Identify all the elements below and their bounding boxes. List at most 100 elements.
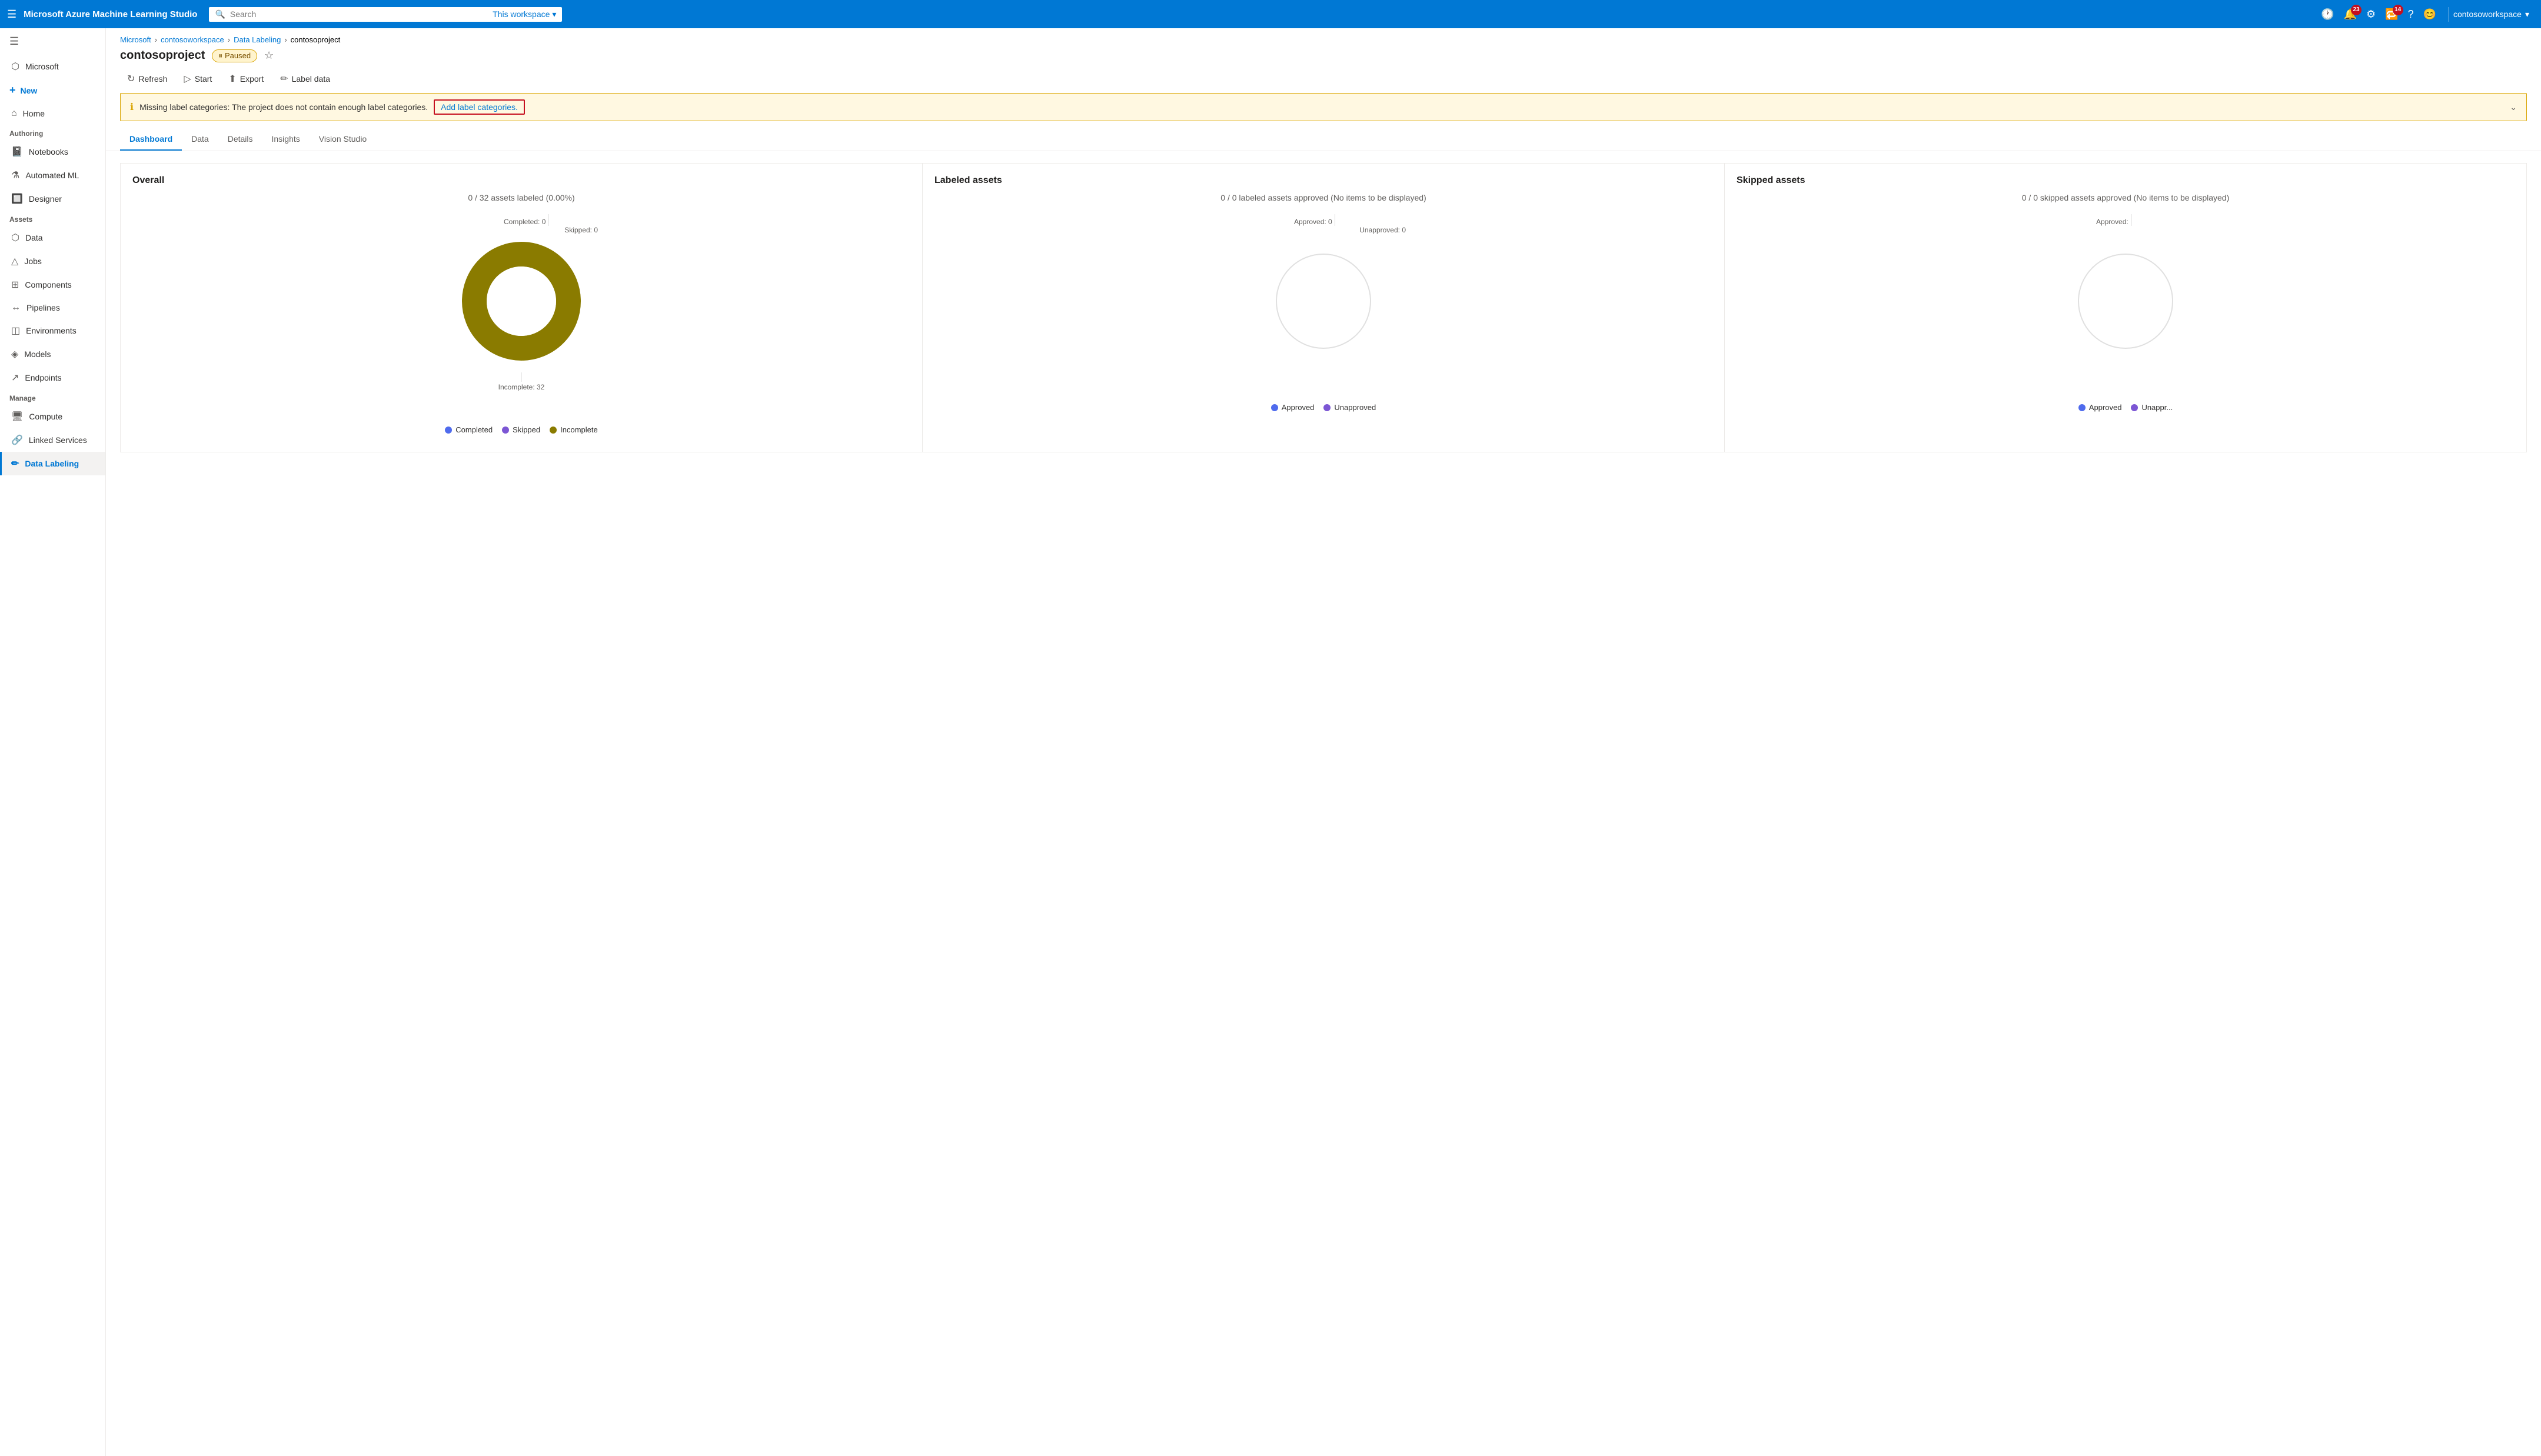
settings-icon[interactable]: ⚙ [2366, 8, 2376, 21]
sidebar: ☰ ⬡ Microsoft + New ⌂ Home Authoring 📓 N… [0, 28, 106, 1456]
incomplete-dot [550, 427, 557, 434]
main-content: Microsoft › contosoworkspace › Data Labe… [106, 28, 2541, 1456]
automated-ml-icon: ⚗ [11, 169, 19, 181]
pause-icon: ⏸ [218, 51, 222, 61]
sidebar-item-environments[interactable]: ◫ Environments [0, 319, 105, 342]
export-icon: ⬆ [228, 73, 236, 85]
breadcrumb-data-labeling[interactable]: Data Labeling [234, 35, 281, 44]
cards-row: Overall 0 / 32 assets labeled (0.00%) Co… [120, 163, 2527, 452]
app-brand: Microsoft Azure Machine Learning Studio [24, 9, 197, 19]
skipped-legend: Approved Unappr... [2078, 403, 2173, 412]
app-layout: ☰ ⬡ Microsoft + New ⌂ Home Authoring 📓 N… [0, 28, 2541, 1456]
skipped-assets-card: Skipped assets 0 / 0 skipped assets appr… [1725, 164, 2526, 452]
designer-icon: 🔲 [11, 193, 23, 205]
microsoft-icon: ⬡ [11, 61, 19, 72]
user-area[interactable]: contosoworkspace ▾ [2448, 7, 2534, 22]
legend-completed: Completed [445, 425, 493, 434]
warning-banner: ℹ Missing label categories: The project … [120, 93, 2527, 121]
home-icon: ⌂ [11, 108, 17, 119]
help-icon[interactable]: ? [2408, 8, 2414, 21]
sidebar-item-microsoft[interactable]: ⬡ Microsoft [0, 55, 105, 78]
tab-data[interactable]: Data [182, 128, 218, 151]
labeled-card-subtitle: 0 / 0 labeled assets approved (No items … [934, 193, 1712, 202]
data-icon: ⬡ [11, 232, 19, 244]
toolbar: ↻ Refresh ▷ Start ⬆ Export ✏ Label data [106, 67, 2541, 93]
sidebar-new-button[interactable]: + New [0, 78, 105, 102]
add-label-categories-button[interactable]: Add label categories. [434, 99, 525, 115]
tabs-bar: Dashboard Data Details Insights Vision S… [106, 128, 2541, 151]
sidebar-item-home[interactable]: ⌂ Home [0, 102, 105, 125]
jobs-icon: △ [11, 255, 18, 267]
legend-skipped-unapproved: Unappr... [2131, 403, 2173, 412]
labeled-chart-area: Approved: 0 Unapproved: 0 [934, 207, 1712, 418]
sidebar-item-compute[interactable]: 🖥 Compute [0, 405, 105, 428]
skipped-dot [502, 427, 509, 434]
unapproved-dot [1323, 404, 1331, 411]
environments-icon: ◫ [11, 325, 20, 336]
overall-chart-area: Completed: 0 Skipped: 0 [132, 207, 910, 440]
label-data-button[interactable]: ✏ Label data [273, 69, 337, 88]
notifications-icon[interactable]: 🔔 23 [2344, 8, 2357, 21]
tab-vision-studio[interactable]: Vision Studio [310, 128, 376, 151]
clock-icon[interactable]: 🕐 [2321, 8, 2334, 21]
labeled-assets-card: Labeled assets 0 / 0 labeled assets appr… [923, 164, 1725, 452]
tab-insights[interactable]: Insights [262, 128, 310, 151]
favorite-star-icon[interactable]: ☆ [264, 49, 274, 62]
sidebar-item-data[interactable]: ⬡ Data [0, 226, 105, 249]
skipped-approved-label: Approved: [2096, 214, 2131, 226]
skipped-card-title: Skipped assets [1737, 175, 2515, 186]
components-icon: ⊞ [11, 279, 19, 291]
tab-dashboard[interactable]: Dashboard [120, 128, 182, 151]
overall-card-subtitle: 0 / 32 assets labeled (0.00%) [132, 193, 910, 202]
page-title: contosoproject [120, 49, 205, 62]
sidebar-item-endpoints[interactable]: ↗ Endpoints [0, 366, 105, 389]
skipped-unapproved-dot [2131, 404, 2138, 411]
sidebar-item-notebooks[interactable]: 📓 Notebooks [0, 140, 105, 164]
breadcrumb-microsoft[interactable]: Microsoft [120, 35, 151, 44]
user-icon[interactable]: 😊 [2423, 8, 2436, 21]
user-chevron-icon: ▾ [2525, 9, 2529, 19]
start-icon: ▷ [184, 73, 191, 85]
sidebar-item-data-labeling[interactable]: ✏ Data Labeling [0, 452, 105, 475]
labeled-donut-chart [1259, 236, 1388, 366]
manage-section-label: Manage [0, 389, 105, 405]
sidebar-item-designer[interactable]: 🔲 Designer [0, 187, 105, 211]
search-bar[interactable]: 🔍 This workspace ▾ [209, 7, 562, 22]
legend-skipped: Skipped [502, 425, 540, 434]
hamburger-icon[interactable]: ☰ [7, 8, 16, 21]
start-button[interactable]: ▷ Start [177, 69, 219, 88]
overall-legend: Completed Skipped Incomplete [445, 425, 597, 434]
endpoints-icon: ↗ [11, 372, 19, 384]
sidebar-item-components[interactable]: ⊞ Components [0, 273, 105, 296]
data-labeling-icon: ✏ [11, 458, 19, 469]
tab-details[interactable]: Details [218, 128, 262, 151]
labeled-card-title: Labeled assets [934, 175, 1712, 186]
warning-message: Missing label categories: The project do… [139, 102, 428, 112]
search-input[interactable] [230, 9, 488, 19]
plus-icon: + [9, 84, 16, 96]
export-button[interactable]: ⬆ Export [221, 69, 271, 88]
banner-collapse-icon[interactable]: ⌄ [2510, 102, 2517, 112]
unapproved-label: Unapproved: 0 [1359, 226, 1406, 234]
sidebar-toggle[interactable]: ☰ [0, 28, 105, 55]
sidebar-item-models[interactable]: ◈ Models [0, 342, 105, 366]
updates-icon[interactable]: 🔁 14 [2385, 8, 2398, 21]
legend-incomplete: Incomplete [550, 425, 598, 434]
username-label: contosoworkspace [2453, 9, 2522, 19]
skipped-chart-area: Approved: Approved [1737, 207, 2515, 418]
status-badge: ⏸ Paused [212, 49, 257, 62]
approved-dot [1271, 404, 1278, 411]
updates-badge: 14 [2393, 5, 2403, 15]
notifications-badge: 23 [2351, 5, 2362, 15]
legend-approved: Approved [1271, 403, 1315, 412]
workspace-selector[interactable]: This workspace ▾ [493, 9, 556, 19]
sidebar-item-automated-ml[interactable]: ⚗ Automated ML [0, 164, 105, 187]
refresh-button[interactable]: ↻ Refresh [120, 69, 174, 88]
breadcrumb-workspace[interactable]: contosoworkspace [161, 35, 224, 44]
search-icon: 🔍 [215, 9, 225, 19]
sidebar-item-linked-services[interactable]: 🔗 Linked Services [0, 428, 105, 452]
sidebar-item-jobs[interactable]: △ Jobs [0, 249, 105, 273]
refresh-icon: ↻ [127, 73, 135, 85]
pipelines-icon: ↔ [11, 302, 21, 313]
sidebar-item-pipelines[interactable]: ↔ Pipelines [0, 296, 105, 319]
